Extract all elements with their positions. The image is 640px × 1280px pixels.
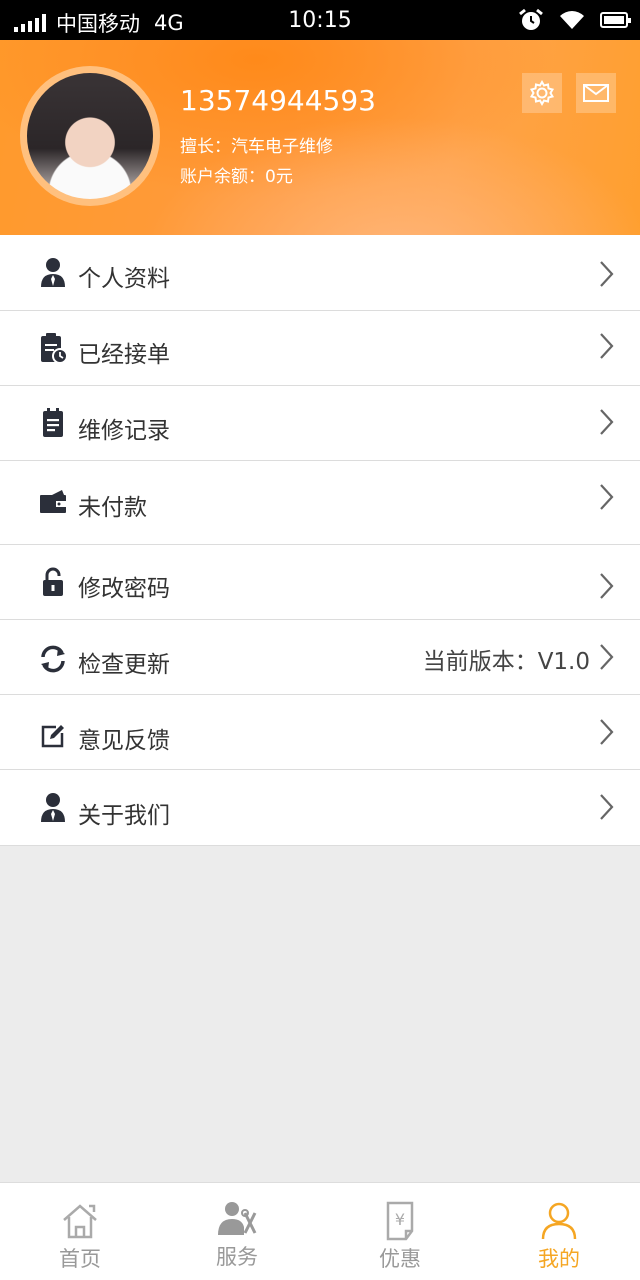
chevron-right-icon [600, 644, 614, 670]
menu-label: 意见反馈 [78, 728, 170, 754]
refresh-icon [38, 644, 68, 674]
tab-service[interactable]: 服务 [157, 1183, 317, 1280]
chevron-right-icon [600, 333, 614, 359]
menu-item-check-update[interactable]: 检查更新 当前版本：V1.0 [0, 620, 640, 695]
menu-label: 已经接单 [78, 342, 170, 368]
menu-item-profile[interactable]: 个人资料 [0, 235, 640, 311]
gear-icon [529, 79, 555, 107]
profile-phone: 13574944593 [180, 84, 376, 117]
chevron-right-icon [600, 573, 614, 599]
tab-label: 优惠 [379, 1247, 421, 1271]
menu-item-feedback[interactable]: 意见反馈 [0, 695, 640, 770]
profile-specialty: 擅长：汽车电子维修 [180, 137, 333, 157]
menu-label: 修改密码 [78, 576, 170, 602]
person-icon [38, 792, 68, 822]
alarm-icon [519, 8, 543, 30]
chevron-right-icon [600, 719, 614, 745]
tab-discount[interactable]: ¥ 优惠 [320, 1183, 480, 1280]
tab-label: 首页 [59, 1247, 101, 1271]
battery-icon [600, 12, 631, 28]
menu-item-accepted-orders[interactable]: 已经接单 [0, 311, 640, 386]
settings-button[interactable] [522, 73, 562, 113]
tab-home[interactable]: 首页 [0, 1183, 160, 1280]
wallet-icon [38, 487, 68, 517]
status-bar: 中国移动 4G 10:15 [0, 0, 640, 40]
notepad-icon [38, 408, 68, 438]
menu-label: 个人资料 [78, 266, 170, 292]
svg-text:¥: ¥ [395, 1210, 405, 1229]
tab-label: 我的 [538, 1247, 580, 1271]
envelope-icon [583, 84, 609, 102]
user-icon [541, 1202, 577, 1240]
tab-mine[interactable]: 我的 [479, 1183, 639, 1280]
profile-header: 13574944593 擅长：汽车电子维修 账户余额：0元 [0, 40, 640, 235]
worker-icon [218, 1202, 257, 1235]
avatar-image [27, 73, 153, 199]
menu-label: 关于我们 [78, 803, 170, 829]
chevron-right-icon [600, 409, 614, 435]
chevron-right-icon [600, 794, 614, 820]
person-icon [38, 257, 68, 287]
menu-item-about-us[interactable]: 关于我们 [0, 770, 640, 846]
menu-label: 检查更新 [78, 652, 170, 678]
edit-icon [38, 721, 68, 751]
bottom-tab-bar: 首页 服务 ¥ 优惠 我的 [0, 1182, 640, 1280]
menu-list: 个人资料 已经接单 维修记录 未付款 修改密码 检查更新 当前版本：V1.0 意… [0, 235, 640, 846]
home-icon [63, 1204, 97, 1239]
menu-label: 维修记录 [78, 418, 170, 444]
avatar[interactable] [20, 66, 160, 206]
tab-label: 服务 [216, 1245, 258, 1269]
menu-label: 未付款 [78, 495, 147, 521]
chevron-right-icon [600, 484, 614, 510]
wifi-icon [560, 11, 584, 29]
menu-item-repair-records[interactable]: 维修记录 [0, 386, 640, 461]
coupon-icon: ¥ [386, 1201, 414, 1241]
clipboard-clock-icon [38, 333, 68, 364]
current-version-text: 当前版本：V1.0 [422, 649, 590, 675]
message-button[interactable] [576, 73, 616, 113]
chevron-right-icon [600, 261, 614, 287]
menu-item-unpaid[interactable]: 未付款 [0, 461, 640, 545]
menu-item-change-password[interactable]: 修改密码 [0, 545, 640, 620]
lock-icon [38, 567, 68, 597]
profile-balance: 账户余额：0元 [180, 167, 293, 187]
